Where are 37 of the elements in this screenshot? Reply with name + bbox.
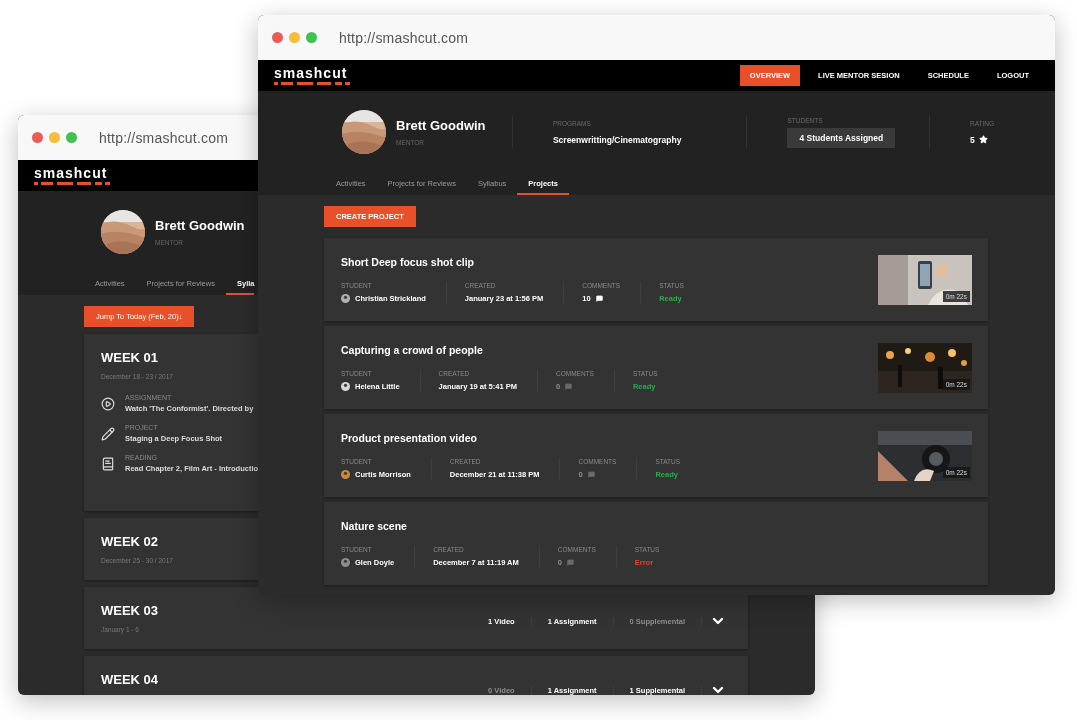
- logo-underline-icon: [274, 82, 350, 85]
- maximize-button[interactable]: [66, 132, 77, 143]
- project-title: Nature scene: [341, 520, 408, 532]
- project-title: Capturing a crowd of people: [341, 344, 484, 356]
- address-bar[interactable]: http://smashcut.com: [339, 29, 469, 46]
- comment-icon: [595, 295, 603, 302]
- project-title: Product presentation video: [341, 432, 478, 444]
- logo: smashcut: [274, 66, 348, 80]
- comment-icon: [587, 471, 595, 478]
- avatar-icon: [341, 558, 350, 567]
- logo-underline-icon: [34, 182, 110, 185]
- logo: smashcut: [34, 166, 108, 180]
- week-title: WEEK 02: [101, 534, 160, 549]
- address-bar[interactable]: http://smashcut.com: [99, 129, 229, 146]
- profile-name: Brett Goodwin: [396, 118, 486, 133]
- close-button[interactable]: [32, 132, 43, 143]
- pencil-icon: [101, 426, 115, 441]
- book-icon: [101, 456, 115, 471]
- play-icon: [101, 396, 115, 411]
- maximize-button[interactable]: [306, 32, 317, 43]
- avatar-icon: [341, 294, 350, 303]
- students-chip: 4 Students Assigned: [787, 127, 896, 148]
- week-title: WEEK 01: [101, 350, 160, 365]
- minimize-button[interactable]: [49, 132, 60, 143]
- week-title: WEEK 04: [101, 672, 159, 687]
- profile-name: Brett Goodwin: [155, 218, 245, 233]
- project-title: Short Deep focus shot clip: [341, 256, 475, 268]
- minimize-button[interactable]: [289, 32, 300, 43]
- close-button[interactable]: [272, 32, 283, 43]
- star-icon: [978, 135, 988, 144]
- avatar-icon: [341, 382, 350, 391]
- avatar-icon: [341, 470, 350, 479]
- comment-icon: [565, 383, 573, 390]
- week-title: WEEK 03: [101, 603, 159, 618]
- comment-icon: [566, 559, 574, 566]
- rating-value: 5: [970, 134, 975, 145]
- stat-value: Screenwritting/Cinematography: [552, 134, 683, 145]
